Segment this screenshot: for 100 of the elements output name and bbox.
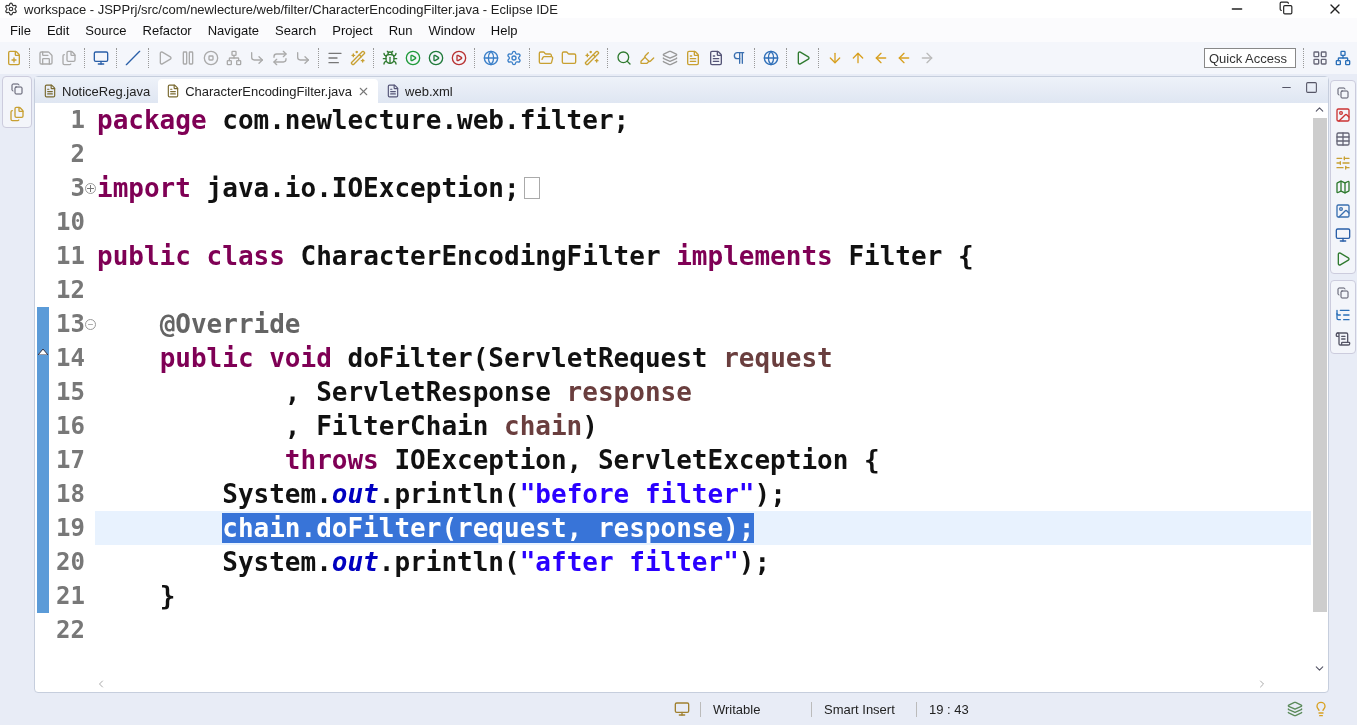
- bug-icon[interactable]: [382, 50, 398, 66]
- window-title: workspace - JSPPrj/src/com/newlecture/web/filter/CharacterEncodingFilter.java - Eclipse IDE: [24, 1, 559, 17]
- java-file-icon: [166, 84, 181, 98]
- globe-icon[interactable]: [483, 50, 499, 66]
- save-all-icon[interactable]: [61, 50, 77, 66]
- quick-access-field[interactable]: Quick Access: [1204, 48, 1296, 68]
- line-number: 15: [55, 378, 85, 406]
- menu-item[interactable]: Project: [324, 22, 381, 38]
- code-token: );: [754, 479, 786, 509]
- menu-item[interactable]: Edit: [38, 22, 78, 38]
- page-icon[interactable]: [708, 50, 724, 66]
- fold-expand-icon[interactable]: [85, 182, 96, 194]
- code-token: java.io.IOException;: [206, 173, 520, 203]
- image-icon[interactable]: [1335, 107, 1351, 123]
- menu-item[interactable]: Search: [267, 22, 325, 38]
- maximize-icon[interactable]: [1305, 80, 1318, 94]
- editor-tab[interactable]: web.xml: [378, 79, 461, 103]
- play-icon[interactable]: [1335, 251, 1351, 267]
- code-token: package: [97, 105, 207, 135]
- code-token: .println(: [378, 479, 520, 509]
- code-token: CharacterEncodingFilter: [300, 241, 661, 271]
- monitor-icon[interactable]: [93, 50, 109, 66]
- menu-item[interactable]: Refactor: [134, 22, 200, 38]
- menu-item[interactable]: Source: [77, 22, 135, 38]
- line-number: 1: [69, 106, 85, 134]
- code-token: , FilterChain: [284, 411, 489, 441]
- outline-icon[interactable]: [1335, 307, 1351, 323]
- down-arrow-icon[interactable]: [827, 50, 843, 66]
- resume-icon[interactable]: [157, 50, 173, 66]
- menu-item[interactable]: Help: [482, 22, 526, 38]
- save-icon[interactable]: [38, 50, 54, 66]
- map-icon[interactable]: [1335, 179, 1351, 195]
- code-token: IOException, ServletException {: [394, 445, 880, 475]
- editor-tab[interactable]: CharacterEncodingFilter.java: [158, 79, 379, 103]
- gear-icon[interactable]: [506, 50, 522, 66]
- xml-file-icon: [386, 84, 401, 98]
- code-token: "before filter": [519, 479, 755, 509]
- line-number: 16: [55, 412, 85, 440]
- selected-code: chain.doFilter(request, response);: [222, 513, 755, 543]
- play-icon[interactable]: [795, 50, 811, 66]
- picture-icon[interactable]: [1335, 203, 1351, 219]
- table-icon[interactable]: [1335, 131, 1351, 147]
- menu-item[interactable]: Navigate: [199, 22, 267, 38]
- line-number: 14: [55, 344, 85, 372]
- line-number: 22: [55, 616, 85, 644]
- code-token: , ServletResponse: [284, 377, 551, 407]
- line-number: 12: [55, 276, 85, 304]
- menu-item[interactable]: Window: [420, 22, 483, 38]
- sliders-icon[interactable]: [1335, 155, 1351, 171]
- code-token: implements: [676, 241, 833, 271]
- new-file-icon[interactable]: [6, 50, 22, 66]
- menu-item[interactable]: File: [2, 22, 39, 38]
- code-token: com.newlecture.web.filter;: [222, 105, 630, 135]
- code-token: System.: [222, 479, 332, 509]
- line-number: 20: [55, 548, 85, 576]
- code-token: public: [97, 241, 191, 271]
- line-number: 3: [69, 174, 85, 202]
- status-text: Smart Insert: [811, 701, 916, 717]
- pilcrow-icon[interactable]: [731, 50, 747, 66]
- document-icon[interactable]: [1335, 331, 1351, 347]
- perspective-icon[interactable]: [1312, 50, 1328, 66]
- code-token: @Override: [159, 309, 301, 339]
- up-arrow-icon[interactable]: [850, 50, 866, 66]
- wand-icon[interactable]: [350, 50, 366, 66]
- highlighter-icon[interactable]: [639, 50, 655, 66]
- code-token: request: [723, 343, 833, 373]
- code-token: chain: [504, 411, 583, 441]
- code-token: response: [566, 377, 692, 407]
- monitor-icon[interactable]: [1335, 227, 1351, 243]
- line-number: 13: [55, 310, 85, 338]
- lightbulb-icon[interactable]: [1313, 701, 1329, 717]
- stop-icon[interactable]: [203, 50, 219, 66]
- line-number: 21: [55, 582, 85, 610]
- code-token: import: [97, 173, 191, 203]
- line-number: 18: [55, 480, 85, 508]
- layers-icon[interactable]: [662, 50, 678, 66]
- menu-item[interactable]: Run: [380, 22, 421, 38]
- pause-icon[interactable]: [180, 50, 196, 66]
- code-token: System.: [222, 547, 332, 577]
- editor-tab[interactable]: NoticeReg.java: [35, 79, 159, 103]
- restore-icon[interactable]: [1279, 1, 1293, 15]
- code-token: public: [159, 343, 254, 373]
- lines-icon[interactable]: [327, 50, 343, 66]
- folded-code-marker[interactable]: [523, 177, 540, 199]
- package-explorer-icon[interactable]: [9, 105, 25, 122]
- code-token: doFilter(ServletRequest: [347, 343, 708, 373]
- world-icon[interactable]: [763, 50, 779, 66]
- folder-icon[interactable]: [561, 50, 577, 66]
- code-token: "after filter": [519, 547, 739, 577]
- step-into-icon[interactable]: [249, 50, 265, 66]
- code-token: }: [159, 581, 176, 611]
- java-file-icon: [43, 84, 57, 98]
- run-icon[interactable]: [405, 50, 421, 66]
- code-token: );: [738, 547, 771, 577]
- open-folder-icon[interactable]: [538, 50, 554, 66]
- status-text: Writable: [700, 701, 811, 717]
- code-token: ): [582, 411, 598, 441]
- scrollbar-thumb[interactable]: [1312, 118, 1327, 612]
- search-icon[interactable]: [616, 50, 632, 66]
- status-text: 19 : 43: [916, 701, 1011, 717]
